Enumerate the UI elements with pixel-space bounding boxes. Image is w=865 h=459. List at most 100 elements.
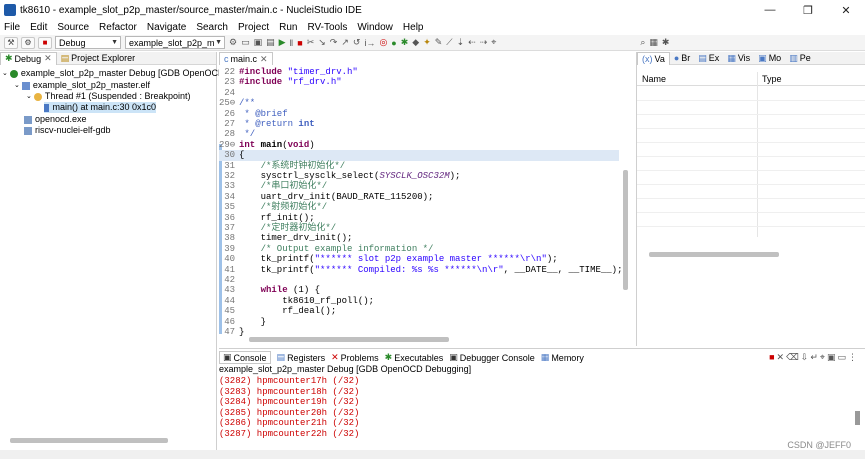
table-row <box>637 184 865 185</box>
tab-console[interactable]: ▣ Console <box>219 351 271 364</box>
tree-item-openocd[interactable]: openocd.exe <box>24 114 87 125</box>
run-icon[interactable]: ● <box>391 38 396 48</box>
terminate-icon[interactable]: ■ <box>297 38 302 48</box>
forward-icon[interactable]: ⇢ <box>480 37 488 48</box>
tab-peripherals[interactable]: ▥ Pe <box>785 52 815 65</box>
back-icon[interactable]: ⇠ <box>468 37 476 48</box>
build-icon[interactable]: ⚒ <box>4 36 18 49</box>
debug-perspective-icon[interactable]: ✱ <box>662 37 670 48</box>
column-name[interactable]: Name <box>642 74 666 84</box>
menu-refactor[interactable]: Refactor <box>99 22 137 33</box>
menu-window[interactable]: Window <box>357 22 393 33</box>
menu-run[interactable]: Run <box>279 22 297 33</box>
table-row <box>637 170 865 171</box>
tree-item-elf[interactable]: ⌄ example_slot_p2p_master.elf <box>14 80 150 91</box>
code-editor[interactable]: c main.c ✕ 22 #include "timer_drv.h" 23 #i… <box>219 52 634 346</box>
remove-launch-icon[interactable]: ✕ <box>777 352 787 362</box>
menu-search[interactable]: Search <box>196 22 228 33</box>
tab-debugger-console[interactable]: ▣ Debugger Console <box>449 352 535 363</box>
display-console-icon[interactable]: ▣ <box>827 352 838 362</box>
resume-icon[interactable]: ▶ <box>279 37 286 48</box>
stop-icon[interactable]: ■ <box>38 36 52 49</box>
menu-file[interactable]: File <box>4 22 20 33</box>
debug-icon[interactable]: ✱ <box>401 37 409 48</box>
debug-view-scrollbar[interactable] <box>10 438 168 443</box>
terminal-icon[interactable]: ▤ <box>266 37 275 48</box>
scroll-lock-icon[interactable]: ⇩ <box>801 352 811 362</box>
launch-mode-select[interactable]: Debug ▼ <box>55 36 121 49</box>
close-button[interactable]: ✕ <box>827 0 865 20</box>
tab-main-c[interactable]: c main.c ✕ <box>219 52 273 65</box>
tab-visualizer[interactable]: ▦ Vis <box>723 52 754 65</box>
tab-debug[interactable]: ✱ Debug ✕ <box>0 51 57 65</box>
menu-source[interactable]: Source <box>57 22 89 33</box>
console-line: (3282) hpmcounter17h (/32) <box>219 376 360 386</box>
chevron-down-icon[interactable]: ⌄ <box>2 68 8 79</box>
perspective-icon[interactable]: ▦ <box>649 37 658 48</box>
status-bar <box>0 450 865 459</box>
expressions-icon: ▤ <box>698 52 707 63</box>
launch-config-select[interactable]: example_slot_p2p_m ▼ <box>125 36 225 49</box>
tab-breakpoints[interactable]: ● Br <box>670 52 694 65</box>
tab-project-explorer[interactable]: ▤ Project Explorer <box>57 52 140 65</box>
new-icon[interactable]: ▭ <box>241 37 250 48</box>
editor-vertical-scrollbar[interactable] <box>623 170 628 290</box>
menu-navigate[interactable]: Navigate <box>147 22 186 33</box>
menu-edit[interactable]: Edit <box>30 22 47 33</box>
editor-horizontal-scrollbar[interactable] <box>249 337 449 342</box>
view-menu-icon[interactable]: ⋮ <box>848 352 859 362</box>
tab-executables[interactable]: ✱ Executables <box>385 352 444 363</box>
tree-item-gdb[interactable]: riscv-nuclei-elf-gdb <box>24 125 111 136</box>
step-into-icon[interactable]: ↘ <box>318 37 326 48</box>
menu-project[interactable]: Project <box>238 22 269 33</box>
tab-memory[interactable]: ▦ Memory <box>541 352 584 363</box>
step-return-icon[interactable]: ↗ <box>341 37 349 48</box>
settings-icon[interactable]: ⚙ <box>229 37 237 48</box>
new-console-icon[interactable]: ▭ <box>837 352 848 362</box>
clear-console-icon[interactable]: ⌫ <box>786 352 801 362</box>
registers-icon: ▤ <box>276 352 286 362</box>
tab-problems[interactable]: ✕ Problems <box>331 352 379 363</box>
debug-launch-icon[interactable]: ⚙ <box>21 36 35 49</box>
menu-help[interactable]: Help <box>403 22 424 33</box>
pin-console-icon[interactable]: ⌖ <box>820 352 827 362</box>
terminate-icon[interactable]: ■ <box>769 352 776 362</box>
close-icon[interactable]: ✕ <box>44 53 52 64</box>
tree-item-thread[interactable]: ⌄ Thread #1 (Suspended : Breakpoint) <box>26 91 190 102</box>
step-over-icon[interactable]: ↷ <box>330 37 338 48</box>
tab-expressions[interactable]: ▤ Ex <box>694 52 723 65</box>
next-annotation-icon[interactable]: ⇣ <box>457 37 465 48</box>
annotation-icon[interactable]: ⟋ <box>446 37 452 48</box>
chevron-down-icon[interactable]: ⌄ <box>14 80 20 91</box>
variables-view: (x) Va ● Br ▤ Ex ▦ Vis ▣ Mo ▥ Pe Name Type <box>636 51 865 346</box>
minimize-button[interactable]: — <box>751 0 789 20</box>
chevron-down-icon[interactable]: ⌄ <box>26 91 32 102</box>
disconnect-icon[interactable]: ✂ <box>307 37 315 48</box>
search-icon[interactable]: ⌕ <box>640 37 645 48</box>
tree-item-launch[interactable]: ⌄ example_slot_p2p_master Debug [GDB Ope… <box>2 68 224 79</box>
code-line: 35 /*射频初始化*/ <box>224 202 328 213</box>
tab-variables[interactable]: (x) Va <box>637 51 670 65</box>
toolbar: ⚒ ⚙ ■ Debug ▼ example_slot_p2p_m ▼ ⚙ ▭ ▣ ▤… <box>0 35 865 51</box>
close-icon[interactable]: ✕ <box>260 54 268 65</box>
menu-rv-tools[interactable]: RV-Tools <box>307 22 347 33</box>
pin-editor-icon[interactable]: ⌖ <box>491 37 496 48</box>
console-vertical-scrollbar[interactable] <box>855 411 860 425</box>
target-icon[interactable]: ◎ <box>379 37 387 48</box>
column-type[interactable]: Type <box>762 74 782 84</box>
tree-item-stack-frame[interactable]: main() at main.c:30 0x1c0 <box>44 102 156 113</box>
pin-icon[interactable]: ✎ <box>435 37 443 48</box>
tab-modules[interactable]: ▣ Mo <box>754 52 785 65</box>
coverage-icon[interactable]: ◆ <box>412 37 419 48</box>
restart-icon[interactable]: ↺ <box>353 37 361 48</box>
window-controls: — ❐ ✕ <box>751 0 865 20</box>
tab-registers[interactable]: ▤ Registers <box>277 352 326 363</box>
external-tools-icon[interactable]: ✦ <box>423 37 431 48</box>
save-icon[interactable]: ▣ <box>254 37 263 48</box>
suspend-icon[interactable]: ‖ <box>290 38 294 48</box>
breakpoints-icon: ● <box>673 53 680 63</box>
word-wrap-icon[interactable]: ↵ <box>810 352 820 362</box>
variables-horizontal-scrollbar[interactable] <box>649 252 779 257</box>
instruction-step-icon[interactable]: i→ <box>364 38 375 48</box>
maximize-button[interactable]: ❐ <box>789 0 827 20</box>
